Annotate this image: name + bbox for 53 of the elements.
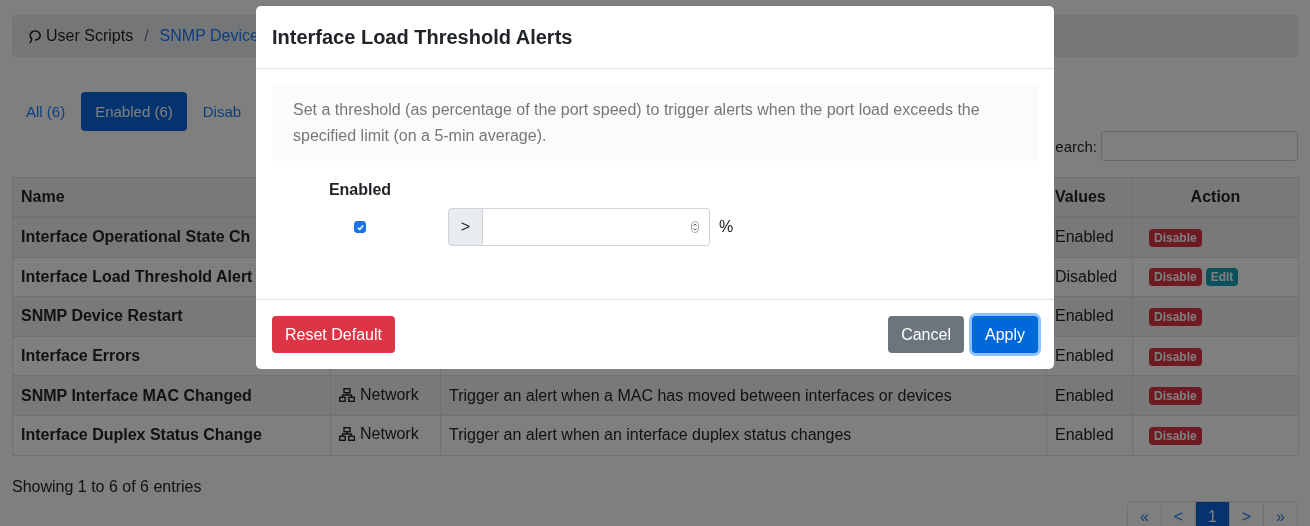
script-name: Interface Errors	[21, 347, 141, 365]
page-button[interactable]: «	[1128, 501, 1161, 526]
script-name: SNMP Device Restart	[21, 307, 183, 325]
action-badge[interactable]: Disable	[1149, 268, 1202, 287]
apply-button[interactable]: Apply	[971, 316, 1038, 353]
action-badge[interactable]: Disable	[1149, 387, 1202, 406]
action-badge[interactable]: Disable	[1149, 347, 1202, 366]
column-header: Name	[21, 188, 65, 205]
description-text: Trigger an alert when a MAC has moved between interfaces or devices	[449, 386, 952, 404]
stepper-icon[interactable]	[691, 221, 699, 233]
filter-tab[interactable]: Enabled (6)	[81, 92, 187, 131]
description-text: Trigger an alert when an interface duplex status changes	[449, 426, 852, 444]
operator-label: >	[448, 208, 483, 246]
modal-title: Interface Load Threshold Alerts	[272, 25, 573, 49]
info-text: Set a threshold (as percentage of the port speed) to trigger alerts when the port load exceeds the specified limit (on a 5-min average).	[293, 101, 980, 144]
breadcrumb-item[interactable]: User Scripts	[46, 27, 134, 45]
column-header: Values	[1055, 188, 1106, 205]
values-text: Enabled	[1055, 426, 1114, 444]
values-text: Disabled	[1055, 267, 1118, 285]
script-name: SNMP Interface MAC Changed	[21, 386, 252, 404]
category-text: Network	[360, 425, 419, 444]
values-text: Enabled	[1055, 386, 1114, 404]
enabled-label: Enabled	[328, 181, 392, 199]
reset-button[interactable]: Reset Default	[272, 316, 395, 353]
entries-info: Showing 1 to 6 of 6 entries	[12, 476, 202, 497]
page-button[interactable]: >	[1229, 501, 1263, 526]
network-icon	[339, 387, 355, 402]
loop-icon	[27, 29, 41, 45]
breadcrumb-link[interactable]: SNMP Device	[159, 27, 259, 45]
filter-tab[interactable]: All (6)	[12, 92, 80, 131]
breadcrumb-separator: /	[144, 27, 149, 45]
action-badge[interactable]: Disable	[1149, 426, 1202, 445]
values-text: Enabled	[1055, 347, 1114, 365]
script-name: Interface Operational State Ch	[21, 228, 251, 246]
search-label: earch:	[1055, 137, 1097, 155]
page-button[interactable]: 1	[1195, 501, 1229, 526]
script-name: Interface Duplex Status Change	[21, 426, 262, 444]
network-icon	[339, 427, 355, 442]
filter-tab[interactable]: Disab	[188, 92, 256, 131]
script-name: Interface Load Threshold Alert	[21, 267, 253, 285]
search-field[interactable]	[1101, 131, 1298, 161]
action-badge[interactable]: Disable	[1149, 228, 1202, 247]
threshold-field[interactable]	[483, 208, 710, 246]
enabled-checkbox[interactable]	[354, 221, 366, 233]
action-badge[interactable]: Edit	[1205, 268, 1239, 287]
values-text: Enabled	[1055, 228, 1114, 246]
unit-label: %	[719, 218, 734, 236]
cancel-button[interactable]: Cancel	[888, 316, 964, 353]
category-text: Network	[360, 385, 419, 404]
action-badge[interactable]: Disable	[1149, 308, 1202, 326]
column-header: Action	[1190, 188, 1241, 205]
values-text: Enabled	[1055, 307, 1114, 325]
page-button[interactable]: »	[1263, 501, 1297, 526]
